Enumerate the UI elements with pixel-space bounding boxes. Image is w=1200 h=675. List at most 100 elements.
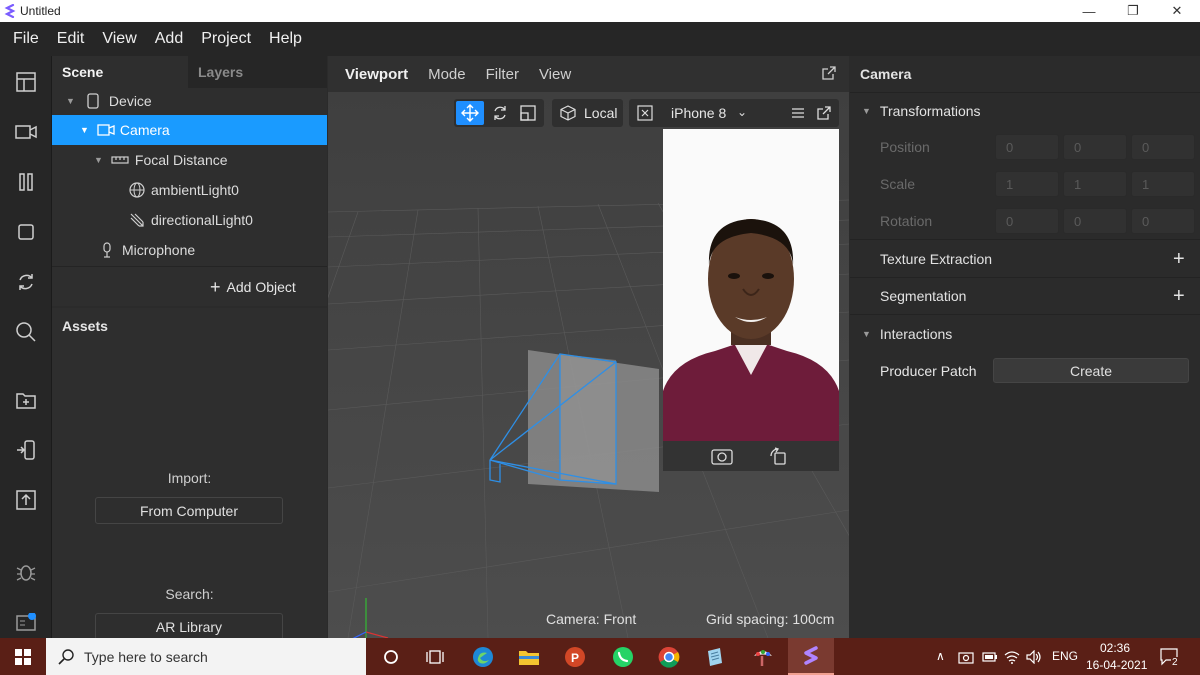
import-device-icon[interactable] [0,430,52,470]
device-select[interactable]: iPhone 8 [671,105,726,121]
layout-icon[interactable] [0,62,52,102]
add-object-button[interactable]: + Add Object [210,276,296,298]
transform-tools [454,99,544,127]
add-segmentation-icon[interactable]: + [1173,285,1185,308]
clock-time[interactable]: 02:36 [1100,641,1130,655]
search-icon[interactable] [0,312,52,352]
console-icon[interactable] [0,602,52,642]
transform-fields: Position 0 0 0 Scale 1 1 1 Rotation 0 0 … [850,128,1200,240]
battery-icon[interactable] [982,651,998,663]
volume-icon[interactable] [1026,650,1042,664]
stop-icon[interactable] [0,212,52,252]
transformations-section[interactable]: ▼ Transformations [850,93,1200,128]
edge-icon[interactable] [460,638,506,675]
maximize-button[interactable]: ❐ [1110,0,1156,22]
popout-icon[interactable] [822,66,836,80]
cortana-icon[interactable] [368,638,414,675]
rotate-tool-button[interactable] [486,101,514,125]
upload-icon[interactable] [0,480,52,520]
interactions-section[interactable]: ▼ Interactions [850,315,1200,352]
viewport-tab-bar: Viewport Mode Filter View [328,56,849,92]
video-camera-icon[interactable] [0,112,52,152]
collapse-arrow-icon[interactable]: ▼ [862,329,871,339]
menu-add[interactable]: Add [146,30,192,48]
tab-viewport[interactable]: Viewport [345,66,408,83]
popout-preview-icon[interactable] [817,106,831,120]
rotation-x-field[interactable]: 0 [995,208,1059,234]
tree-label-microphone: Microphone [122,242,196,258]
create-button[interactable]: Create [993,358,1189,383]
window-title: Untitled [20,4,61,18]
rotate-icon [494,106,506,120]
file-explorer-icon[interactable] [506,638,552,675]
spark-ar-icon[interactable] [788,638,834,675]
chevron-up-icon[interactable]: ∧ [936,649,945,663]
chevron-down-icon[interactable]: ⌄ [737,105,747,119]
rotate-device-icon[interactable] [769,447,787,465]
powerpoint-icon[interactable]: P [552,638,598,675]
tree-item-directional-light[interactable]: directionalLight0 [52,205,327,235]
tab-filter[interactable]: Filter [486,66,519,83]
collapse-arrow-icon[interactable]: ▼ [862,106,871,116]
clock-date[interactable]: 16-04-2021 [1086,658,1147,672]
windows-start-icon[interactable] [0,638,46,675]
tree-item-focal-distance[interactable]: ▼ Focal Distance [52,145,327,175]
minimize-button[interactable]: — [1066,0,1112,22]
close-button[interactable]: ✕ [1154,0,1200,22]
add-texture-extraction-icon[interactable]: + [1173,248,1185,271]
collapse-arrow-icon[interactable]: ▼ [80,125,89,135]
interactions-label: Interactions [879,325,953,342]
ar-library-button[interactable]: AR Library [95,613,283,640]
divider [52,266,327,267]
rotation-y-field[interactable]: 0 [1063,208,1127,234]
new-folder-icon[interactable] [0,380,52,420]
switch-camera-icon[interactable] [711,447,733,465]
bug-icon[interactable] [0,552,52,592]
move-icon [461,104,479,122]
from-computer-button[interactable]: From Computer [95,497,283,524]
texture-extraction-row[interactable]: Texture Extraction + [850,241,1200,278]
device-preview-screen[interactable] [663,129,839,471]
local-toggle-button[interactable]: Local [552,99,623,127]
menu-icon[interactable] [791,106,805,120]
paint-icon[interactable] [740,638,786,675]
tab-mode[interactable]: Mode [428,66,466,83]
scale-x-field[interactable]: 1 [995,171,1059,197]
ruler-icon [111,156,129,164]
position-y-field[interactable]: 0 [1063,134,1127,160]
collapse-arrow-icon[interactable]: ▼ [66,96,75,106]
menu-view[interactable]: View [93,30,145,48]
menu-project[interactable]: Project [192,30,260,48]
language-indicator[interactable]: ENG [1052,649,1078,663]
rotation-z-field[interactable]: 0 [1131,208,1195,234]
wifi-icon[interactable] [1004,650,1020,664]
position-x-field[interactable]: 0 [995,134,1059,160]
taskbar-search-box[interactable]: Type here to search [46,638,366,675]
refresh-icon[interactable] [0,262,52,302]
position-z-field[interactable]: 0 [1131,134,1195,160]
chrome-icon[interactable] [646,638,692,675]
segmentation-row[interactable]: Segmentation + [850,278,1200,315]
close-preview-icon[interactable] [637,105,653,121]
meet-now-icon[interactable] [958,650,974,664]
menu-edit[interactable]: Edit [48,30,94,48]
tree-item-camera[interactable]: ▼ Camera [52,115,327,145]
tab-layers[interactable]: Layers [198,56,243,88]
scale-z-field[interactable]: 1 [1131,171,1195,197]
move-tool-button[interactable] [456,101,484,125]
whatsapp-icon[interactable] [600,638,646,675]
menu-help[interactable]: Help [260,30,311,48]
task-view-icon[interactable] [412,638,458,675]
tree-item-ambient-light[interactable]: ambientLight0 [52,175,327,205]
viewport-panel[interactable]: Viewport Mode Filter View Local iPhone 8… [328,56,849,638]
tab-scene[interactable]: Scene [62,56,103,88]
scale-tool-button[interactable] [514,101,542,125]
pause-icon[interactable] [0,162,52,202]
tree-item-device[interactable]: ▼ Device [52,86,327,116]
tab-view[interactable]: View [539,66,571,83]
menu-file[interactable]: File [4,30,48,48]
collapse-arrow-icon[interactable]: ▼ [94,155,103,165]
tree-item-microphone[interactable]: Microphone [52,235,327,265]
notepad-icon[interactable] [692,638,738,675]
scale-y-field[interactable]: 1 [1063,171,1127,197]
